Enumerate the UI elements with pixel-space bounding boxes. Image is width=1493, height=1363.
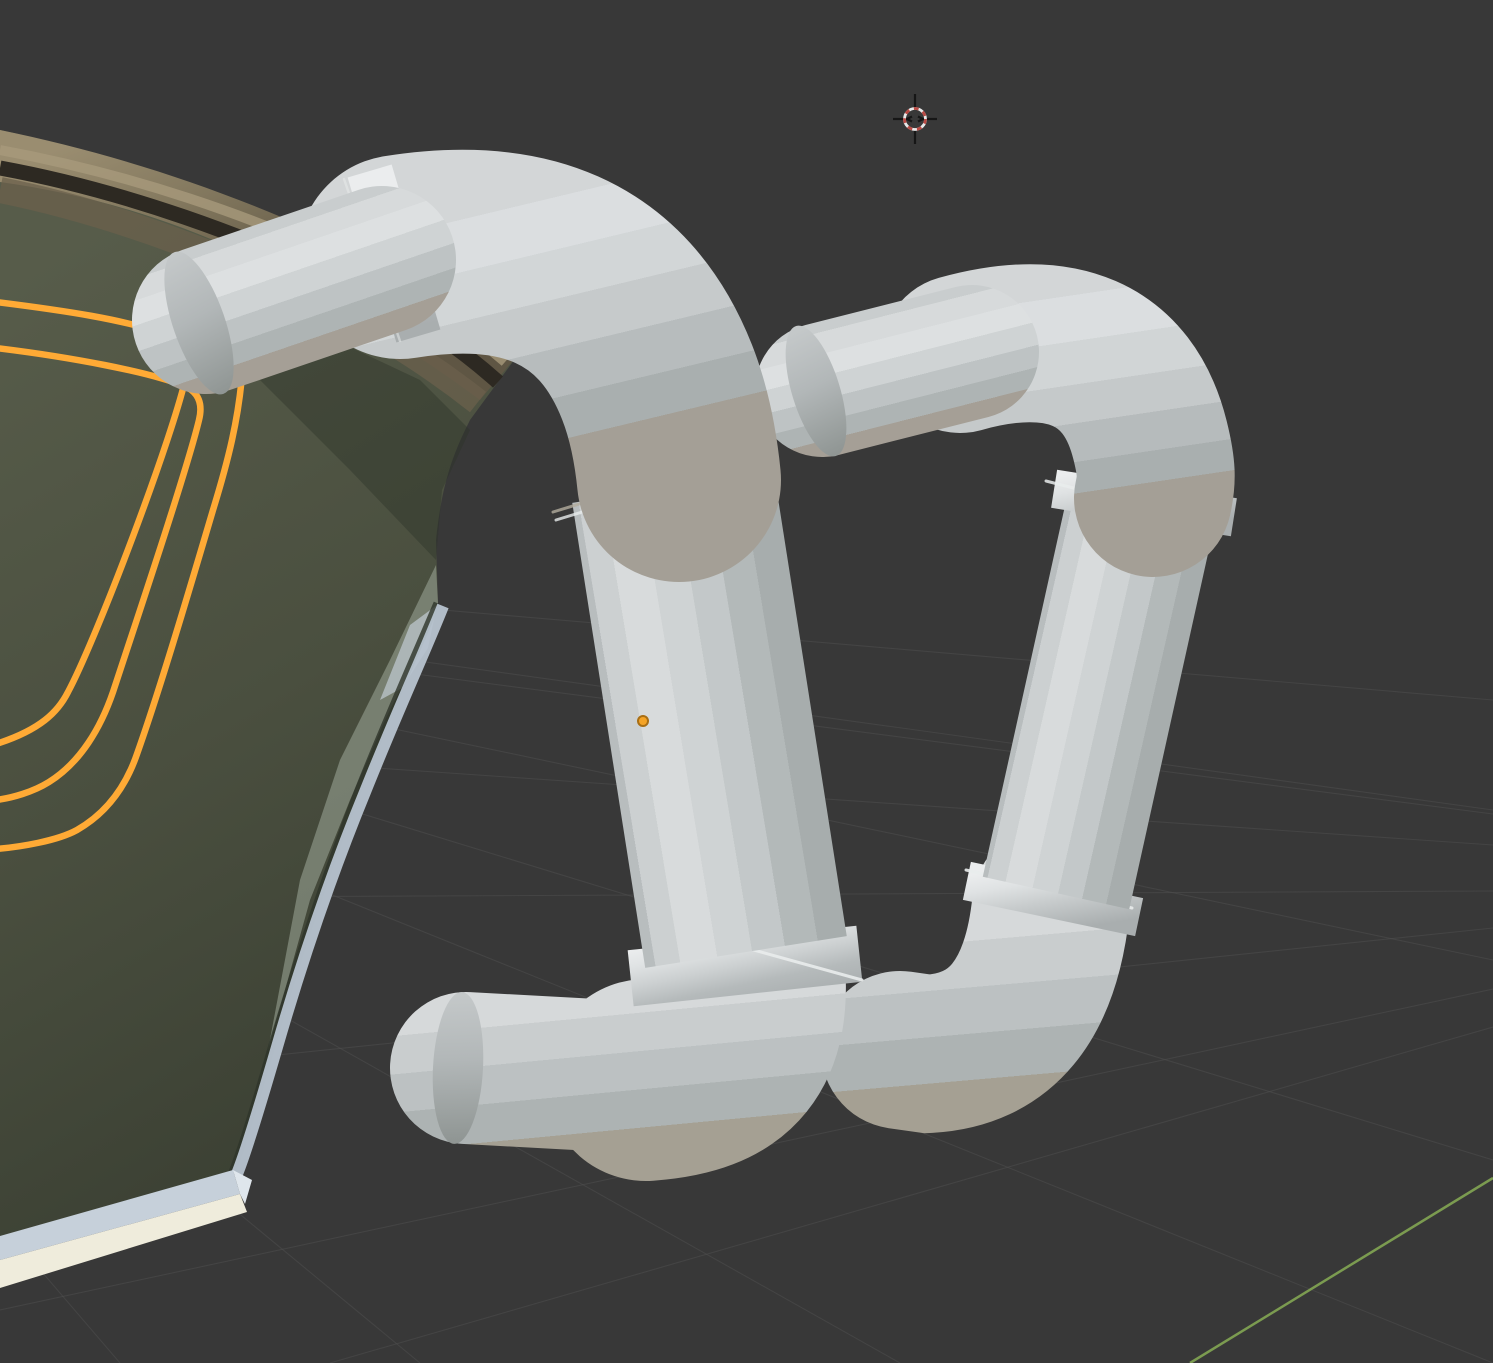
pipe-right-stub (822, 352, 972, 390)
pipe-left-bottom-stub (466, 1068, 650, 1078)
pipe-left-stub (206, 260, 382, 320)
blender-3d-viewport[interactable] (0, 0, 1493, 1363)
object-origin-dot[interactable] (638, 716, 648, 726)
scene-canvas[interactable] (0, 0, 1493, 1363)
